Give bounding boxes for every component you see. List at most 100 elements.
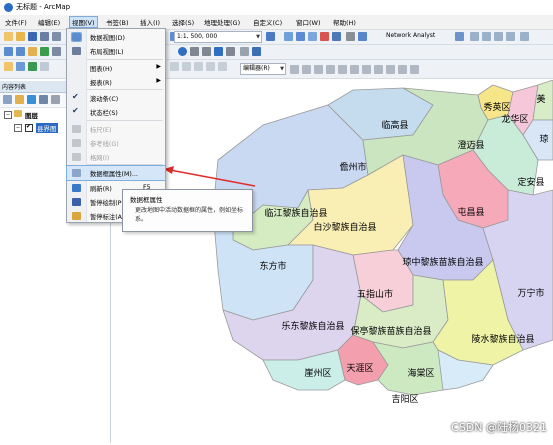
editor-toolbar-icon[interactable] <box>266 32 275 41</box>
view-menu-item[interactable]: 格网(I) <box>67 150 165 164</box>
list-by-drawing-order-icon[interactable] <box>3 95 12 104</box>
view-menu-item-label: 刷新(R) <box>90 186 112 193</box>
menu-edit[interactable]: 编辑(E) <box>38 17 60 27</box>
view-menu-item[interactable]: 数据框属性(M)... <box>66 165 166 181</box>
network-analyst-label[interactable]: Network Analyst <box>386 32 435 39</box>
create-features-icon[interactable] <box>410 65 419 74</box>
view-menu-item-label: 标尺(E) <box>90 127 112 134</box>
view-menu-item[interactable]: 参考线(G) <box>67 136 165 150</box>
menu-select[interactable]: 选择(S) <box>172 17 194 27</box>
map-label: 儋州市 <box>339 161 366 172</box>
model-builder-icon[interactable] <box>346 32 355 41</box>
identify-icon[interactable] <box>178 47 187 56</box>
list-by-visibility-icon[interactable] <box>27 95 36 104</box>
straight-segment-icon[interactable] <box>314 65 323 74</box>
split-icon[interactable] <box>362 65 371 74</box>
draw-tool-3-icon[interactable] <box>194 62 203 71</box>
draw-tool-2-icon[interactable] <box>182 62 191 71</box>
fixed-zoom-icon[interactable] <box>52 47 61 56</box>
print-icon[interactable] <box>40 32 49 41</box>
catalog-icon[interactable] <box>296 32 305 41</box>
properties-icon <box>72 169 81 177</box>
edit-tool-icon[interactable] <box>290 65 299 74</box>
html-popup-icon[interactable] <box>226 47 235 56</box>
view-menu-item[interactable]: 标尺(E) <box>67 122 165 136</box>
view-menu-item[interactable]: 数据视图(D) <box>67 30 165 44</box>
layer-name[interactable]: 县界图 <box>36 123 58 133</box>
cut-icon[interactable] <box>52 32 61 41</box>
list-by-selection-icon[interactable] <box>39 95 48 104</box>
save-icon[interactable] <box>28 32 37 41</box>
measure-icon[interactable] <box>202 47 211 56</box>
collapse-layer-toggle[interactable]: − <box>14 124 22 132</box>
toc-options-icon[interactable] <box>51 95 60 104</box>
open-icon[interactable] <box>16 32 25 41</box>
map-label: 吉阳区 <box>391 394 418 404</box>
layer-tool-icon[interactable] <box>16 62 25 71</box>
toc-title: 内容列表 <box>2 84 27 91</box>
layers-group-label[interactable]: 图层 <box>25 110 38 120</box>
menu-customize[interactable]: 自定义(C) <box>253 17 282 27</box>
toc-window-icon[interactable] <box>284 32 293 41</box>
network-icon[interactable] <box>358 32 367 41</box>
na-tool-5-icon[interactable] <box>520 32 529 41</box>
draw-tool-5-icon[interactable] <box>218 62 227 71</box>
menu-view[interactable]: 视图(V) <box>69 16 98 28</box>
menu-bookmarks[interactable]: 书签(B) <box>106 17 129 27</box>
hyperlink-icon[interactable] <box>214 47 223 56</box>
georef-icon[interactable] <box>28 62 37 71</box>
map-view[interactable]: 临高县 秀英区 龙华区美琼儋州市 澄迈县 定安县 临江黎族自治县 白沙黎族自治县 屯昌县 东方市… <box>113 79 553 443</box>
map-label: 天涯区 <box>346 363 373 373</box>
map-label: 屯昌县 <box>457 206 484 217</box>
menu-insert[interactable]: 插入(I) <box>140 17 160 27</box>
na-tool-2-icon[interactable] <box>482 32 491 41</box>
menu-file[interactable]: 文件(F) <box>5 17 27 27</box>
na-tool-3-icon[interactable] <box>494 32 503 41</box>
add-layer-icon[interactable] <box>4 62 13 71</box>
layer-visibility-checkbox[interactable] <box>25 123 33 132</box>
view-menu-item[interactable]: ✔ 滚动条(C) <box>67 91 165 105</box>
view-menu-item-label: 格网(I) <box>90 155 110 162</box>
na-window-icon[interactable] <box>455 32 464 41</box>
view-menu-item[interactable]: 布局视图(L) <box>67 44 165 58</box>
menu-help[interactable]: 帮助(H) <box>333 17 356 27</box>
point-icon[interactable] <box>350 65 359 74</box>
scale-combo[interactable]: 1:1, 500, 000 ▼ <box>174 31 262 43</box>
editor-menu[interactable]: 编辑器(R) ▼ <box>240 63 286 75</box>
na-tool-1-icon[interactable] <box>470 32 479 41</box>
new-icon[interactable] <box>4 32 13 41</box>
select-features-icon[interactable] <box>40 62 49 71</box>
callout-arrow <box>164 166 256 187</box>
view-menu-item-label: 布局视图(L) <box>90 49 124 56</box>
pause-icon <box>72 198 81 206</box>
view-menu-item[interactable]: ✔ 状态栏(S) <box>67 105 165 119</box>
search-window-icon[interactable] <box>308 32 317 41</box>
menu-window[interactable]: 窗口(W) <box>296 17 321 27</box>
pan-icon[interactable] <box>28 47 37 56</box>
python-icon[interactable] <box>332 32 341 41</box>
na-tool-4-icon[interactable] <box>506 32 515 41</box>
draw-tool-4-icon[interactable] <box>206 62 215 71</box>
edit-annotation-icon[interactable] <box>302 65 311 74</box>
end-point-arc-icon[interactable] <box>326 65 335 74</box>
collapse-layers-toggle[interactable]: − <box>4 111 12 119</box>
zoom-out-icon[interactable] <box>16 47 25 56</box>
viewer-icon[interactable] <box>252 47 261 56</box>
view-menu-item[interactable]: 报表(R) ▶ <box>67 75 165 89</box>
rotate-icon[interactable] <box>374 65 383 74</box>
zoom-in-icon[interactable] <box>4 47 13 56</box>
check-icon: ✔ <box>72 92 79 101</box>
full-extent-icon[interactable] <box>40 47 49 56</box>
sketch-props-icon[interactable] <box>398 65 407 74</box>
map-label: 白沙黎族自治县 <box>313 221 376 232</box>
view-menu-item[interactable]: 图表(H) ▶ <box>67 61 165 75</box>
list-by-source-icon[interactable] <box>15 95 24 104</box>
menu-geoprocessing[interactable]: 地理处理(G) <box>204 17 240 27</box>
draw-tool-1-icon[interactable] <box>170 62 179 71</box>
editor-label: 编辑器(R) <box>243 65 270 72</box>
trace-icon[interactable] <box>338 65 347 74</box>
attributes-icon[interactable] <box>386 65 395 74</box>
arctoolbox-icon[interactable] <box>320 32 329 41</box>
time-slider-icon[interactable] <box>240 47 249 56</box>
find-icon[interactable] <box>190 47 199 56</box>
